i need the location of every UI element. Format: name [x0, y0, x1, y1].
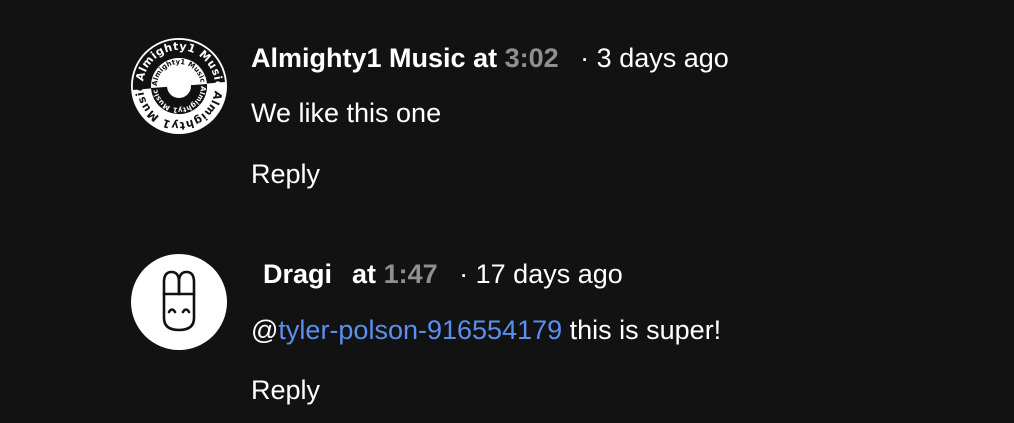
- almighty1-music-logo-icon: Almighty1 Music Almighty1 Music Almighty…: [132, 39, 226, 133]
- meta-separator: ·: [459, 259, 469, 289]
- comment-age: 17 days ago: [475, 259, 623, 289]
- comment-age: 3 days ago: [596, 43, 729, 73]
- comment-at-label: at: [473, 43, 498, 73]
- avatar[interactable]: [131, 254, 227, 350]
- meta-separator: ·: [580, 43, 590, 73]
- reply-button[interactable]: Reply: [251, 374, 320, 406]
- mention-link[interactable]: tyler-polson-916554179: [278, 315, 562, 345]
- comment-body: @tyler-polson-916554179 this is super!: [251, 314, 721, 346]
- comment-author[interactable]: Almighty1 Music: [251, 43, 466, 73]
- comment-author[interactable]: Dragi: [263, 259, 332, 289]
- mention-prefix: @: [251, 315, 279, 345]
- comment-item: Dragi at 1:47 · 17 days ago @tyler-polson…: [0, 215, 1014, 423]
- comment-body-text: this is super!: [562, 315, 722, 345]
- comment-meta: Dragi at 1:47 · 17 days ago: [263, 258, 623, 290]
- comment-meta: Almighty1 Music at 3:02 · 3 days ago: [251, 42, 729, 74]
- comment-item: Almighty1 Music Almighty1 Music Almighty…: [0, 0, 1014, 215]
- comment-body: We like this one: [251, 98, 442, 128]
- comment-timestamp-link[interactable]: 1:47: [384, 259, 438, 289]
- comment-at-label: at: [352, 259, 377, 289]
- avatar[interactable]: Almighty1 Music Almighty1 Music Almighty…: [131, 38, 227, 134]
- bunny-face-icon: [132, 255, 226, 349]
- comment-timestamp-link[interactable]: 3:02: [505, 43, 559, 73]
- reply-button[interactable]: Reply: [251, 158, 320, 190]
